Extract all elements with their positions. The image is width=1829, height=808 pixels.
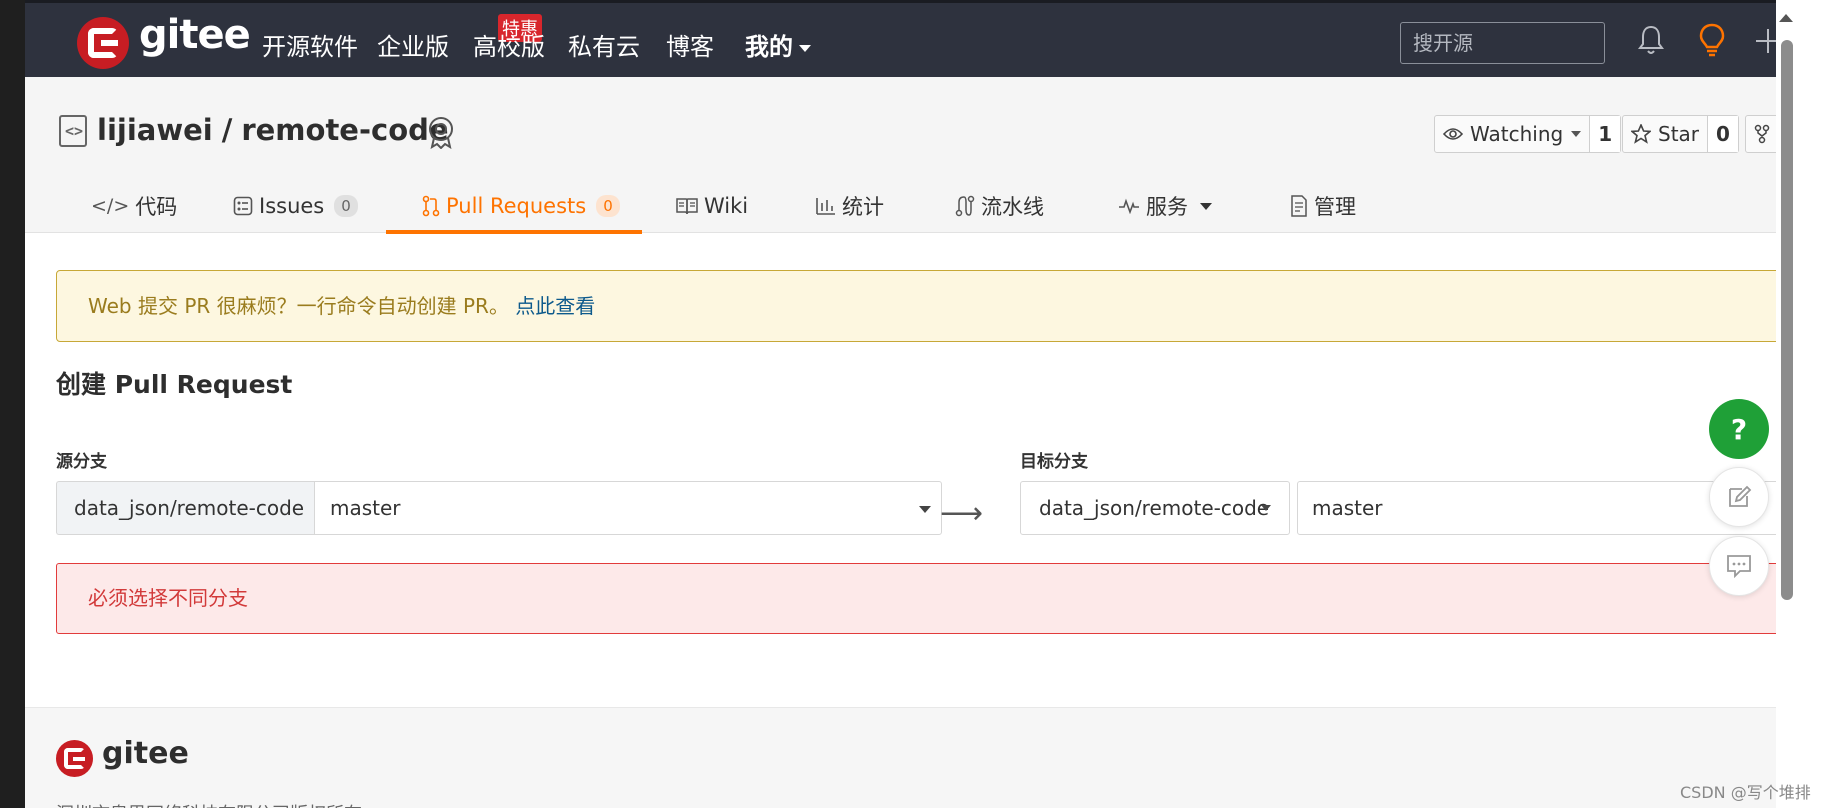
help-button[interactable]: ? bbox=[1709, 399, 1769, 459]
star-icon bbox=[1631, 124, 1651, 144]
gitee-logo-icon[interactable] bbox=[56, 740, 93, 777]
top-navbar: gitee 开源软件 企业版 特惠 高校版 私有云 博客 我的 bbox=[25, 0, 1776, 77]
watch-button-group: Watching 1 bbox=[1434, 115, 1622, 153]
nav-campus[interactable]: 高校版 bbox=[473, 27, 545, 62]
tab-issues[interactable]: Issues 0 bbox=[233, 179, 358, 233]
tab-label: 管理 bbox=[1314, 195, 1356, 219]
arrow-right-icon: ⟶ bbox=[940, 496, 984, 531]
edit-icon bbox=[1729, 485, 1752, 507]
footer-copyright: 深圳市奥思网络科技有限公司版权所有 bbox=[56, 800, 362, 808]
code-icon: </> bbox=[91, 195, 130, 217]
target-branch-label: 目标分支 bbox=[1020, 452, 1088, 472]
chevron-down-icon bbox=[1571, 131, 1582, 137]
tab-label: Pull Requests bbox=[446, 194, 587, 218]
tab-manage[interactable]: 管理 bbox=[1290, 179, 1356, 233]
pipeline-icon bbox=[955, 195, 975, 217]
nav-blog[interactable]: 博客 bbox=[666, 27, 714, 62]
navbar-top-border bbox=[25, 0, 1776, 3]
source-branch-label: 源分支 bbox=[56, 452, 107, 472]
branch-error-alert: 必须选择不同分支 bbox=[56, 563, 1776, 634]
footer-logo-text[interactable]: gitee bbox=[102, 736, 189, 771]
fork-icon bbox=[1754, 124, 1770, 144]
watch-button[interactable]: Watching bbox=[1435, 116, 1589, 152]
target-repo-select[interactable]: data_json/remote-code bbox=[1020, 481, 1290, 535]
feedback-edit-button[interactable] bbox=[1709, 467, 1769, 527]
tab-stats[interactable]: 统计 bbox=[816, 179, 884, 233]
csdn-watermark: CSDN @写个堆排 bbox=[1680, 783, 1811, 802]
source-branch-select[interactable]: master bbox=[314, 481, 942, 535]
chevron-down-icon bbox=[919, 506, 931, 513]
star-count[interactable]: 0 bbox=[1707, 116, 1738, 152]
tab-label: 流水线 bbox=[981, 195, 1044, 219]
repo-title-separator: / bbox=[221, 113, 233, 147]
pull-request-icon bbox=[422, 195, 440, 217]
scrollbar-thumb[interactable] bbox=[1781, 40, 1793, 600]
tab-pull-requests[interactable]: Pull Requests 0 bbox=[422, 179, 620, 233]
target-branch-select[interactable]: master bbox=[1297, 481, 1776, 535]
issues-count-badge: 0 bbox=[334, 195, 358, 217]
star-button-group: Star 0 bbox=[1622, 115, 1739, 153]
book-icon bbox=[676, 198, 698, 215]
chat-button[interactable] bbox=[1709, 536, 1769, 596]
active-tab-indicator bbox=[386, 230, 642, 234]
issues-icon bbox=[233, 196, 253, 216]
award-badge-icon[interactable] bbox=[425, 115, 457, 149]
source-branch-value: master bbox=[330, 496, 401, 520]
page-title: 创建 Pull Request bbox=[56, 370, 293, 399]
fork-button[interactable] bbox=[1746, 116, 1776, 152]
document-settings-icon bbox=[1291, 195, 1307, 217]
nav-open-source[interactable]: 开源软件 bbox=[262, 27, 358, 62]
tab-label: Issues bbox=[259, 194, 325, 218]
page: gitee 开源软件 企业版 特惠 高校版 私有云 博客 我的 <> lijia… bbox=[25, 0, 1776, 808]
tab-services[interactable]: 服务 bbox=[1118, 179, 1212, 233]
bar-chart-icon bbox=[816, 198, 835, 215]
source-repo-label: data_json/remote-code bbox=[56, 481, 314, 535]
watch-count[interactable]: 1 bbox=[1589, 116, 1621, 152]
plus-icon[interactable] bbox=[1753, 26, 1776, 56]
tab-label: Wiki bbox=[704, 194, 749, 218]
window-frame-right bbox=[1797, 0, 1829, 808]
notice-link[interactable]: 点此查看 bbox=[515, 294, 595, 318]
target-branch-value: master bbox=[1312, 496, 1383, 520]
chevron-down-icon bbox=[799, 44, 811, 52]
code-repo-icon: <> bbox=[59, 115, 87, 147]
nav-mine-dropdown[interactable]: 我的 bbox=[745, 27, 811, 62]
tab-label: 代码 bbox=[135, 195, 178, 219]
activity-icon bbox=[1119, 198, 1139, 214]
scroll-up-arrow-icon[interactable] bbox=[1779, 14, 1793, 22]
bell-icon[interactable] bbox=[1638, 24, 1664, 56]
tab-label: 统计 bbox=[842, 195, 884, 219]
repo-name-link[interactable]: remote-code bbox=[241, 113, 448, 147]
chat-bubble-icon bbox=[1727, 555, 1751, 578]
lightbulb-icon[interactable] bbox=[1698, 22, 1726, 58]
target-repo-value: data_json/remote-code bbox=[1039, 496, 1270, 520]
tab-pipeline[interactable]: 流水线 bbox=[955, 179, 1044, 233]
window-frame-left bbox=[0, 0, 25, 808]
repo-header: <> lijiawei / remote-code Watching 1 Sta… bbox=[25, 77, 1776, 234]
tab-wiki[interactable]: Wiki bbox=[676, 179, 748, 233]
search-input[interactable] bbox=[1400, 22, 1605, 64]
repo-title: lijiawei / remote-code bbox=[97, 113, 449, 147]
fork-button-group bbox=[1745, 115, 1776, 153]
star-button[interactable]: Star bbox=[1623, 116, 1707, 152]
tab-label: 服务 bbox=[1146, 195, 1188, 219]
chevron-down-icon bbox=[1200, 202, 1212, 210]
gitee-logo-icon[interactable] bbox=[77, 17, 129, 69]
nav-mine-label: 我的 bbox=[745, 33, 793, 61]
gitee-logo-text[interactable]: gitee bbox=[139, 12, 251, 58]
chevron-down-icon bbox=[1261, 505, 1271, 511]
pull-requests-count-badge: 0 bbox=[596, 195, 620, 217]
repo-tabs: </> 代码 Issues 0 Pull Requests 0 Wiki 统计 … bbox=[25, 179, 1776, 233]
notice-text: Web 提交 PR 很麻烦？一行命令自动创建 PR。 bbox=[88, 294, 509, 318]
eye-icon bbox=[1443, 128, 1463, 140]
nav-enterprise[interactable]: 企业版 bbox=[377, 27, 449, 62]
error-message: 必须选择不同分支 bbox=[88, 586, 248, 610]
repo-owner-link[interactable]: lijiawei bbox=[97, 113, 213, 147]
cli-notice-banner: Web 提交 PR 很麻烦？一行命令自动创建 PR。 点此查看 bbox=[56, 270, 1776, 342]
star-label: Star bbox=[1658, 122, 1700, 146]
tab-code[interactable]: </> 代码 bbox=[91, 179, 177, 233]
footer: gitee 深圳市奥思网络科技有限公司版权所有 bbox=[25, 707, 1776, 808]
watch-label: Watching bbox=[1470, 122, 1564, 146]
nav-private-cloud[interactable]: 私有云 bbox=[568, 27, 640, 62]
